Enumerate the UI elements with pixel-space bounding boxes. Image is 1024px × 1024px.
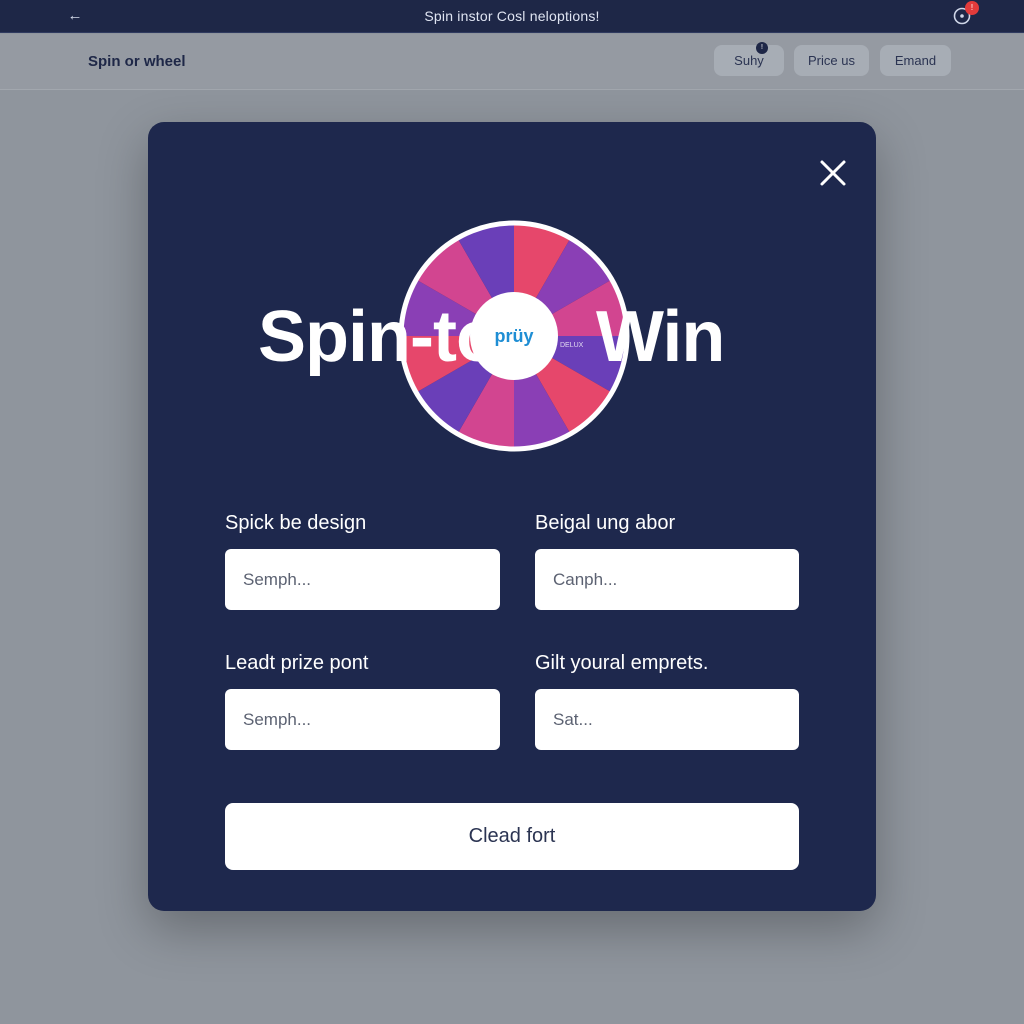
field-label-design: Spick be design [225,512,367,534]
field-label-emprets: Gilt youral emprets. [535,652,709,674]
hero-banner: Spin-to Win prüy DELUX [148,214,876,454]
window-title: Spin instor Cosl neloptions! [424,8,600,24]
wheel-hub-subtext: DELUX [560,342,584,349]
top-bar: ← Spin instor Cosl neloptions! ! [0,0,1024,33]
emprets-input[interactable] [535,689,799,750]
wheel-hub-logo: prüy [470,292,558,380]
hero-title-left: Spin-to [258,297,500,377]
notification-badge: ! [965,1,979,15]
design-input[interactable] [225,549,500,610]
field-label-abor: Beigal ung abor [535,512,676,534]
close-button[interactable] [816,156,850,190]
emand-button[interactable]: Emand [880,45,951,76]
price-us-button[interactable]: Price us [794,45,869,76]
suhy-button-label: Suhy [734,53,764,68]
hero-title-right: Win [596,297,725,377]
suhy-badge: ! [756,42,768,54]
notification-button[interactable]: ! [952,1,979,26]
emand-button-label: Emand [894,53,937,68]
submit-button[interactable]: Clead fort [225,803,799,870]
price-us-button-label: Price us [808,53,855,68]
wheel-hub-text: prüy [494,325,534,346]
field-label-prize-point: Leadt prize pont [225,652,369,674]
suhy-button[interactable]: Suhy ! [714,42,784,76]
prize-point-input[interactable] [225,689,500,750]
brand-title: Spin or wheel [88,53,186,70]
abor-input[interactable] [535,549,799,610]
sub-header: Spin or wheel Suhy ! Price us Emand [0,34,1024,90]
close-icon [820,160,846,186]
spin-to-win-modal: Spin-to Win prüy DELUX Spick be design B… [148,122,876,911]
